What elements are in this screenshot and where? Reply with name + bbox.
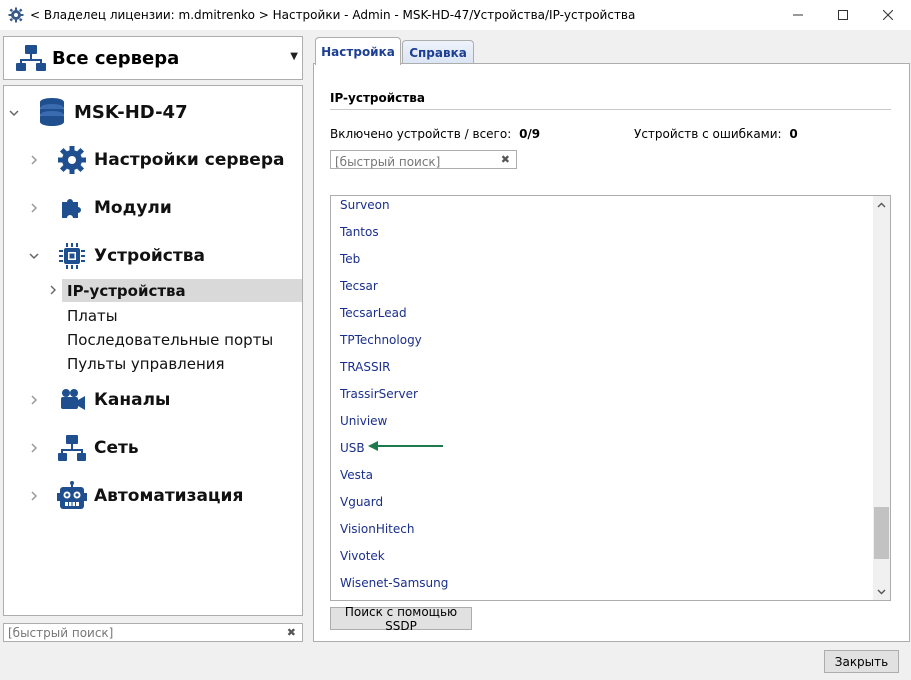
list-item[interactable]: TrassirServer <box>340 387 418 401</box>
clear-icon[interactable]: ✖ <box>287 626 296 639</box>
tree-item-label: Модули <box>94 198 172 218</box>
tab-settings[interactable]: Настройка <box>315 37 401 65</box>
tree-item-automation[interactable]: Автоматизация <box>56 480 243 512</box>
list-item[interactable]: TecsarLead <box>340 306 407 320</box>
list-item[interactable]: TRASSIR <box>340 360 391 374</box>
ssdp-search-button[interactable]: Поиск с помощью SSDP <box>330 605 472 633</box>
gear-icon <box>56 144 88 176</box>
chevron-right-icon[interactable] <box>27 153 41 167</box>
chevron-down-icon: ▼ <box>290 51 298 62</box>
chevron-down-icon[interactable] <box>27 249 41 263</box>
chevron-down-icon[interactable] <box>7 106 21 120</box>
tree-item-network[interactable]: Сеть <box>56 432 139 464</box>
tree-root-server[interactable]: MSK-HD-47 <box>36 96 188 128</box>
list-item[interactable]: Tecsar <box>340 279 378 293</box>
tab-help[interactable]: Справка <box>402 40 474 64</box>
scroll-thumb[interactable] <box>874 507 889 559</box>
chevron-right-icon[interactable] <box>46 283 60 297</box>
tree-item-server-settings[interactable]: Настройки сервера <box>56 144 284 176</box>
enabled-devices-value: 0/9 <box>519 127 541 141</box>
chevron-right-icon[interactable] <box>27 201 41 215</box>
close-window-button[interactable] <box>865 0 911 30</box>
gear-icon <box>8 7 24 23</box>
tree-item-boards[interactable]: Платы <box>67 304 118 328</box>
network-servers-icon <box>16 43 46 73</box>
error-devices-value: 0 <box>789 127 798 141</box>
tree-item-label: Настройки сервера <box>94 150 285 170</box>
tree-item-label: Устройства <box>94 246 205 266</box>
clear-icon[interactable]: ✖ <box>501 153 510 166</box>
tree-item-ip-devices[interactable]: IP-устройства <box>67 279 186 303</box>
tree-item-devices[interactable]: Устройства <box>56 240 205 272</box>
section-title: IP-устройства <box>330 91 425 105</box>
error-devices-label: Устройств с ошибками: <box>634 127 782 141</box>
enabled-devices-stat: Включено устройств / всего: 0/9 <box>330 127 540 141</box>
vendor-list[interactable]: Surveon Tantos Teb Tecsar TecsarLead TPT… <box>330 195 891 601</box>
tree-search-field[interactable]: ✖ <box>3 623 303 642</box>
tree-item-label: Каналы <box>94 390 171 410</box>
close-button[interactable]: Закрыть <box>824 650 899 673</box>
list-item[interactable]: Vesta <box>340 468 373 482</box>
tree-root-label: MSK-HD-47 <box>74 101 188 123</box>
title-bar: < Владелец лицензии: m.dmitrenko > Настр… <box>0 0 911 30</box>
minimize-button[interactable] <box>775 0 821 30</box>
enabled-devices-label: Включено устройств / всего: <box>330 127 512 141</box>
database-icon <box>36 96 68 128</box>
maximize-button[interactable] <box>820 0 866 30</box>
tree-search-input[interactable] <box>8 625 278 640</box>
list-item[interactable]: Wisenet-Samsung <box>340 576 448 590</box>
device-search-input[interactable] <box>335 155 495 169</box>
list-item[interactable]: Uniview <box>340 414 387 428</box>
network-icon <box>56 432 88 464</box>
section-divider <box>330 109 891 110</box>
list-item-usb[interactable]: USB <box>340 441 365 455</box>
chip-icon <box>56 240 88 272</box>
chevron-right-icon[interactable] <box>27 393 41 407</box>
tree-item-channels[interactable]: Каналы <box>56 384 170 416</box>
list-item[interactable]: Vguard <box>340 495 383 509</box>
tree-item-modules[interactable]: Модули <box>56 192 172 224</box>
puzzle-icon <box>56 192 88 224</box>
tree-item-serial-ports[interactable]: Последовательные порты <box>67 328 273 352</box>
tree-item-label: Автоматизация <box>94 486 244 506</box>
list-item[interactable]: TPTechnology <box>340 333 422 347</box>
arrow-left-icon <box>368 441 443 451</box>
error-devices-stat: Устройств с ошибками: 0 <box>634 127 798 141</box>
window-title: < Владелец лицензии: m.dmitrenko > Настр… <box>30 8 636 22</box>
settings-tree: MSK-HD-47 Настройки сервера Модули Устро… <box>3 85 303 616</box>
list-item[interactable]: Tantos <box>340 225 379 239</box>
device-search-field[interactable]: ✖ <box>330 150 517 169</box>
list-item[interactable]: Surveon <box>340 198 390 212</box>
camera-icon <box>56 384 88 416</box>
scroll-down-button[interactable] <box>873 583 890 600</box>
server-selector[interactable]: Все сервера ▼ <box>3 36 303 80</box>
list-item[interactable]: Vivotek <box>340 549 385 563</box>
chevron-right-icon[interactable] <box>27 489 41 503</box>
tree-item-control-panels[interactable]: Пульты управления <box>67 352 225 376</box>
scroll-up-button[interactable] <box>873 196 890 213</box>
server-selector-label: Все сервера <box>52 47 180 69</box>
chevron-right-icon[interactable] <box>27 441 41 455</box>
tree-item-label: Сеть <box>94 438 139 458</box>
list-item[interactable]: Teb <box>340 252 360 266</box>
vertical-scrollbar[interactable] <box>873 196 890 600</box>
robot-icon <box>56 480 88 512</box>
list-item[interactable]: VisionHitech <box>340 522 414 536</box>
